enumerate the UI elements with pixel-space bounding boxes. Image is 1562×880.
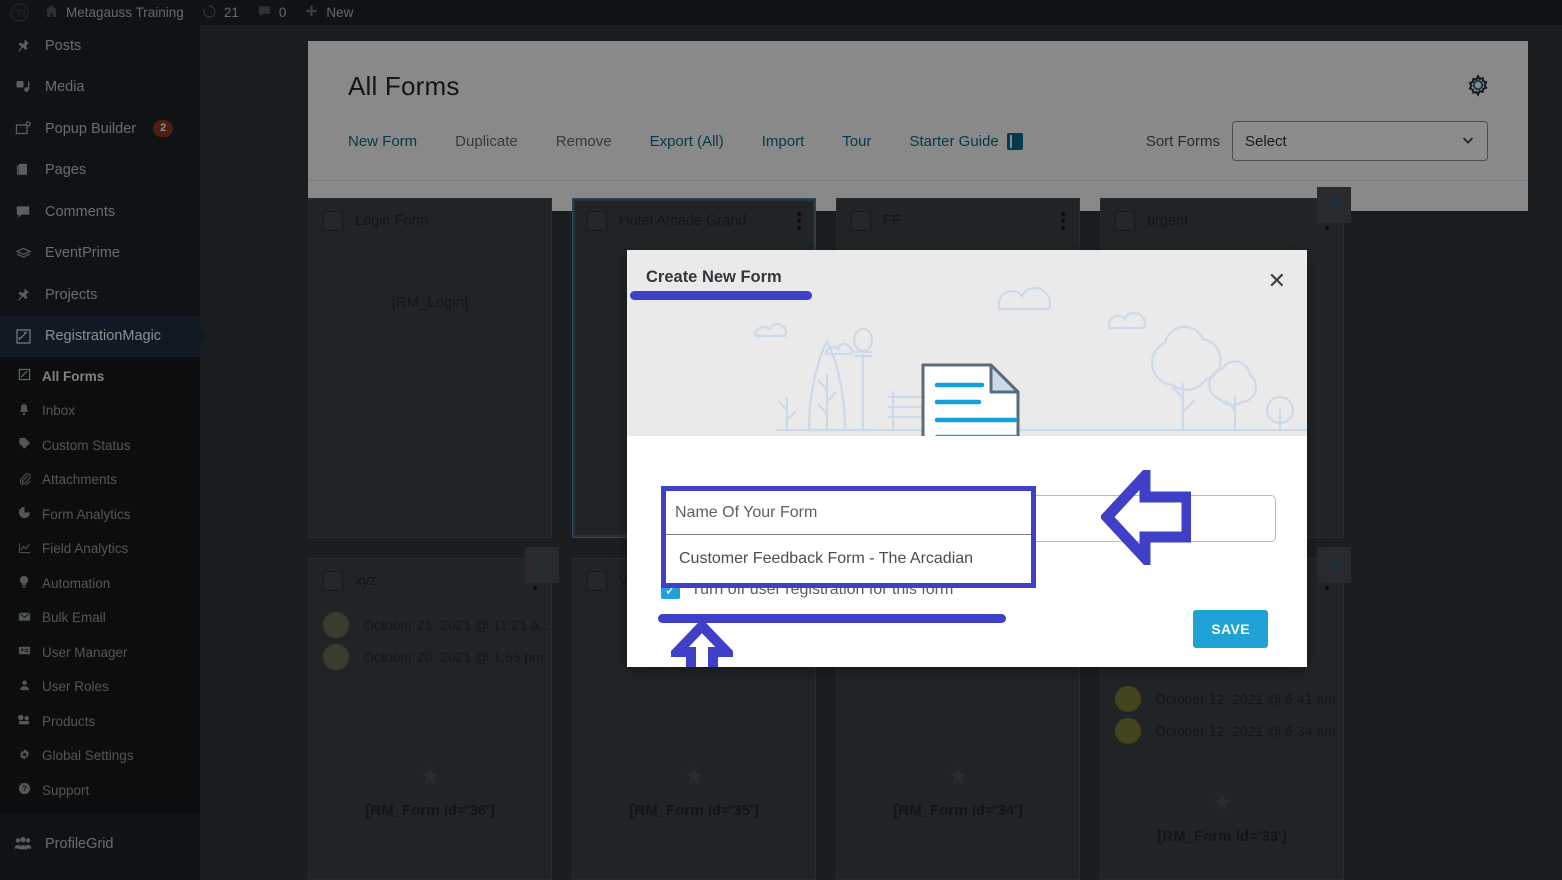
form-document-park-illustration — [627, 280, 1307, 440]
form-name-input[interactable]: Name Of Your Form — [666, 491, 1031, 535]
browser-screen: Metagauss Training 21 0 New Posts — [0, 0, 1562, 880]
left-arrow-annotation — [1101, 470, 1191, 570]
create-new-form-modal: Create New Form ✕ Name Of Your Form Cust… — [627, 250, 1307, 667]
form-name-suggestion[interactable]: Customer Feedback Form - The Arcadian — [666, 535, 1031, 583]
save-button[interactable]: SAVE — [1193, 610, 1268, 648]
modal-title: Create New Form — [646, 268, 782, 287]
form-name-field-row: Name Of Your Form Customer Feedback Form… — [661, 486, 1276, 548]
title-annotation-underline — [630, 291, 812, 300]
form-name-autocomplete: Name Of Your Form Customer Feedback Form… — [661, 486, 1036, 588]
close-icon[interactable]: ✕ — [1268, 270, 1286, 292]
up-arrow-annotation — [671, 622, 733, 667]
